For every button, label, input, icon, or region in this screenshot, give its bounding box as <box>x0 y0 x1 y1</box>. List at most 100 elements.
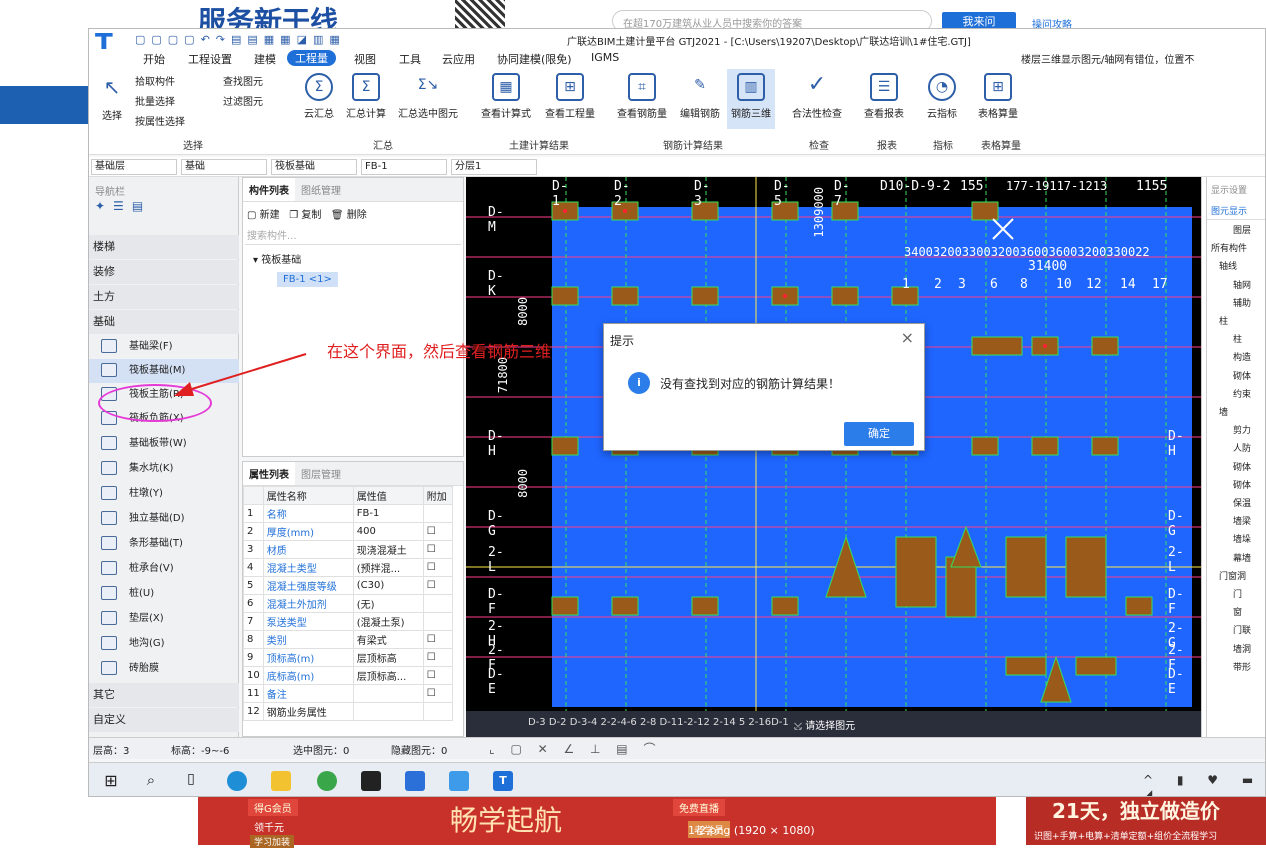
nav-item-cushion[interactable]: 垫层(X) <box>101 607 164 631</box>
layer-row[interactable]: 构造 <box>1211 349 1265 367</box>
layer-row[interactable]: 剪力 <box>1211 422 1265 440</box>
prop-extra[interactable]: ☐ <box>422 684 454 703</box>
snap-tools[interactable]: ⌞ ▢ ✕ ∠ ⊥ ▤ ⌒ <box>489 740 699 758</box>
layer-row[interactable]: 墙洞 <box>1211 641 1265 659</box>
layer-row[interactable]: 墙 <box>1211 404 1265 422</box>
category-select[interactable]: 基础 <box>181 159 267 175</box>
layer-row[interactable]: 轴线 <box>1211 258 1265 276</box>
menu-view[interactable]: 视图 <box>354 51 376 67</box>
layer-row[interactable]: 墙梁 <box>1211 513 1265 531</box>
search-icon[interactable]: ⌕ <box>141 771 161 791</box>
app-icon[interactable] <box>449 771 469 791</box>
nav-item-sump[interactable]: 集水坑(K) <box>101 457 173 481</box>
prop-extra[interactable]: ☐ <box>422 666 454 685</box>
layer-row[interactable]: 门窗洞 <box>1211 568 1265 586</box>
tree-item-fb1[interactable]: FB-1 <1> <box>277 272 338 287</box>
table-calc-button[interactable]: ⊞ 表格算量 <box>973 73 1023 120</box>
prop-extra[interactable] <box>422 504 454 523</box>
tab-layer-manage[interactable]: 图层管理 <box>295 462 347 485</box>
cloud-sum-button[interactable]: Σ 云汇总 <box>301 73 337 120</box>
layer-row[interactable]: 柱 <box>1211 313 1265 331</box>
nav-view-icons[interactable]: ✦☰▤ <box>95 199 151 213</box>
layer-row[interactable]: 窗 <box>1211 604 1265 622</box>
table-row[interactable]: 1 名称 FB-1 <box>243 504 454 523</box>
layer-row[interactable]: 图层 <box>1211 222 1265 240</box>
prop-extra[interactable] <box>422 594 454 613</box>
table-row[interactable]: 7 泵送类型 (混凝土泵) <box>243 612 454 631</box>
prop-value[interactable]: FB-1 <box>352 504 424 523</box>
layer-row[interactable]: 带形 <box>1211 659 1265 677</box>
table-row[interactable]: 3 材质 现浇混凝土 ☐ <box>243 540 454 559</box>
tab-element-display[interactable]: 图元显示 <box>1207 202 1265 220</box>
nav-item-brick-mold[interactable]: 砖胎膜 <box>101 657 159 681</box>
prop-extra[interactable]: ☐ <box>422 576 454 595</box>
nav-cat-custom[interactable]: 自定义 <box>89 708 239 732</box>
nav-item-pile-cap[interactable]: 桩承台(V) <box>101 557 174 581</box>
ie-icon[interactable] <box>317 771 337 791</box>
nav-item-trench[interactable]: 地沟(G) <box>101 632 165 656</box>
layer-row[interactable]: 保温 <box>1211 495 1265 513</box>
type-select[interactable]: 筏板基础 <box>271 159 357 175</box>
prop-value[interactable]: 层顶标高 <box>352 648 424 667</box>
sum-calc-button[interactable]: Σ 汇总计算 <box>343 73 389 120</box>
windows-start-icon[interactable]: ⊞ <box>101 771 121 791</box>
table-row[interactable]: 12 钢筋业务属性 <box>243 702 454 721</box>
layer-row[interactable]: 辅助 <box>1211 295 1265 313</box>
prop-extra[interactable] <box>422 612 454 631</box>
photos-icon[interactable] <box>405 771 425 791</box>
tab-component-list[interactable]: 构件列表 <box>243 178 295 201</box>
nav-cat-foundation[interactable]: 基础 <box>89 310 239 334</box>
layer-row[interactable]: 约束 <box>1211 386 1265 404</box>
layer-row[interactable]: 所有构件 <box>1211 240 1265 258</box>
pick-component-button[interactable]: 拾取构件 <box>135 73 175 88</box>
cloud-index-button[interactable]: ◔ 云指标 <box>921 73 963 120</box>
menu-igms[interactable]: IGMS <box>591 51 619 64</box>
nav-item-strip-footing[interactable]: 条形基础(T) <box>101 532 183 556</box>
select-by-attr-button[interactable]: 按属性选择 <box>135 113 185 128</box>
prop-value[interactable]: 现浇混凝土 <box>352 540 424 559</box>
prop-extra[interactable]: ☐ <box>422 558 454 577</box>
sum-selected-button[interactable]: Σ↘ 汇总选中图元 <box>395 73 461 120</box>
layer-row[interactable]: 门 <box>1211 586 1265 604</box>
nav-item-column-pier[interactable]: 柱墩(Y) <box>101 482 163 506</box>
layer-row[interactable]: 门联 <box>1211 622 1265 640</box>
menu-cloud[interactable]: 云应用 <box>442 51 475 67</box>
filter-element-button[interactable]: 过滤图元 <box>223 93 263 108</box>
prop-extra[interactable]: ☐ <box>422 630 454 649</box>
close-icon[interactable]: × <box>901 328 914 347</box>
layer-row[interactable]: 砌体 <box>1211 368 1265 386</box>
view-rebar-qty-button[interactable]: ⌗ 查看钢筋量 <box>613 73 671 120</box>
batch-select-button[interactable]: 批量选择 <box>135 93 175 108</box>
nav-cat-other[interactable]: 其它 <box>89 683 239 707</box>
new-button[interactable]: ▢ 新建 <box>247 210 280 221</box>
gtj-taskbar-icon[interactable]: T <box>493 771 513 791</box>
nav-cat-decoration[interactable]: 装修 <box>89 260 239 284</box>
table-row[interactable]: 8 类别 有梁式 ☐ <box>243 630 454 649</box>
view-report-button[interactable]: ☰ 查看报表 <box>859 73 909 120</box>
prop-extra[interactable] <box>422 702 454 721</box>
view-formula-button[interactable]: ▦ 查看计算式 <box>477 73 535 120</box>
task-view-icon[interactable]: ▯ <box>181 771 201 791</box>
prop-value[interactable]: 有梁式 <box>352 630 424 649</box>
menu-modeling[interactable]: 建模 <box>254 51 276 67</box>
table-row[interactable]: 11 备注 ☐ <box>243 684 454 703</box>
tab-property-list[interactable]: 属性列表 <box>243 462 295 485</box>
prop-extra[interactable]: ☐ <box>422 522 454 541</box>
menu-start[interactable]: 开始 <box>143 51 165 67</box>
menu-project-settings[interactable]: 工程设置 <box>188 51 232 67</box>
table-row[interactable]: 5 混凝土强度等级 (C30) ☐ <box>243 576 454 595</box>
layer-row[interactable]: 幕墙 <box>1211 550 1265 568</box>
pdf-icon[interactable] <box>361 771 381 791</box>
edit-rebar-button[interactable]: ✎ 编辑钢筋 <box>677 73 723 120</box>
nav-item-slab-strip[interactable]: 基础板带(W) <box>101 432 187 456</box>
ok-button[interactable]: 确定 <box>844 422 914 446</box>
quick-access-toolbar[interactable]: ▢▢▢▢↶↷▤▤▦▦◪▥▦ <box>135 33 455 46</box>
prop-value[interactable] <box>352 684 424 703</box>
prop-extra[interactable]: ☐ <box>422 540 454 559</box>
prop-extra[interactable]: ☐ <box>422 648 454 667</box>
prop-value[interactable]: (C30) <box>352 576 424 595</box>
table-row[interactable]: 6 混凝土外加剂 (无) <box>243 594 454 613</box>
prop-value[interactable]: 400 <box>352 522 424 541</box>
prop-value[interactable]: (无) <box>352 594 424 613</box>
edge-icon[interactable] <box>227 771 247 791</box>
